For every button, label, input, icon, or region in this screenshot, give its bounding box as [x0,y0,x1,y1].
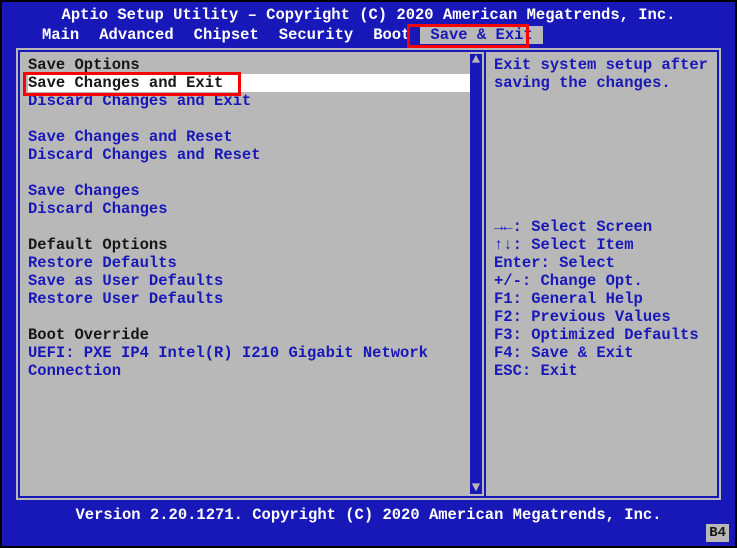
page-title: Aptio Setup Utility – Copyright (C) 2020… [2,2,735,26]
menu-item[interactable]: Save as User Defaults [28,272,476,290]
blank-row [28,110,476,128]
key-hint: →←: Select Screen [494,218,709,236]
menu-item[interactable]: Discard Changes and Reset [28,146,476,164]
menu-item[interactable]: UEFI: PXE IP4 Intel(R) I210 Gigabit Netw… [28,344,476,362]
menu-item[interactable]: Restore Defaults [28,254,476,272]
menu-item[interactable]: Save Changes and Exit [28,74,476,92]
menu-item[interactable]: Discard Changes and Exit [28,92,476,110]
key-hint: F2: Previous Values [494,308,709,326]
menu-bar: MainAdvancedChipsetSecurityBootSave & Ex… [2,26,735,48]
menu-item[interactable]: Restore User Defaults [28,290,476,308]
tab-main[interactable]: Main [32,26,89,44]
section-header: Save Options [28,56,476,74]
tab-save-exit[interactable]: Save & Exit [420,26,542,44]
menu-item[interactable]: Save Changes and Reset [28,128,476,146]
blank-row [28,218,476,236]
menu-item[interactable]: Save Changes [28,182,476,200]
scroll-down-icon[interactable]: ▼ [470,482,482,494]
main-panels: Save OptionsSave Changes and ExitDiscard… [16,48,721,500]
key-hint: F4: Save & Exit [494,344,709,362]
tab-chipset[interactable]: Chipset [184,26,269,44]
tab-advanced[interactable]: Advanced [89,26,183,44]
scrollbar[interactable]: ▲ ▼ [470,54,482,494]
blank-row [28,164,476,182]
tab-security[interactable]: Security [269,26,363,44]
tab-boot[interactable]: Boot [363,26,420,44]
scroll-up-icon[interactable]: ▲ [470,54,482,66]
options-pane: Save OptionsSave Changes and ExitDiscard… [18,50,484,498]
key-hint: F3: Optimized Defaults [494,326,709,344]
key-hint: +/-: Change Opt. [494,272,709,290]
footer-text: Version 2.20.1271. Copyright (C) 2020 Am… [2,500,735,524]
key-hint: ESC: Exit [494,362,709,380]
blank-row [28,308,476,326]
key-hint: F1: General Help [494,290,709,308]
corner-badge: B4 [706,524,729,542]
section-header: Boot Override [28,326,476,344]
section-header: Default Options [28,236,476,254]
key-hint: Enter: Select [494,254,709,272]
help-pane: Exit system setup after saving the chang… [484,50,719,498]
help-text: Exit system setup after saving the chang… [494,56,709,92]
key-legend: →←: Select Screen↑↓: Select ItemEnter: S… [494,218,709,380]
key-hint: ↑↓: Select Item [494,236,709,254]
menu-item[interactable]: Discard Changes [28,200,476,218]
menu-item[interactable]: Connection [28,362,476,380]
